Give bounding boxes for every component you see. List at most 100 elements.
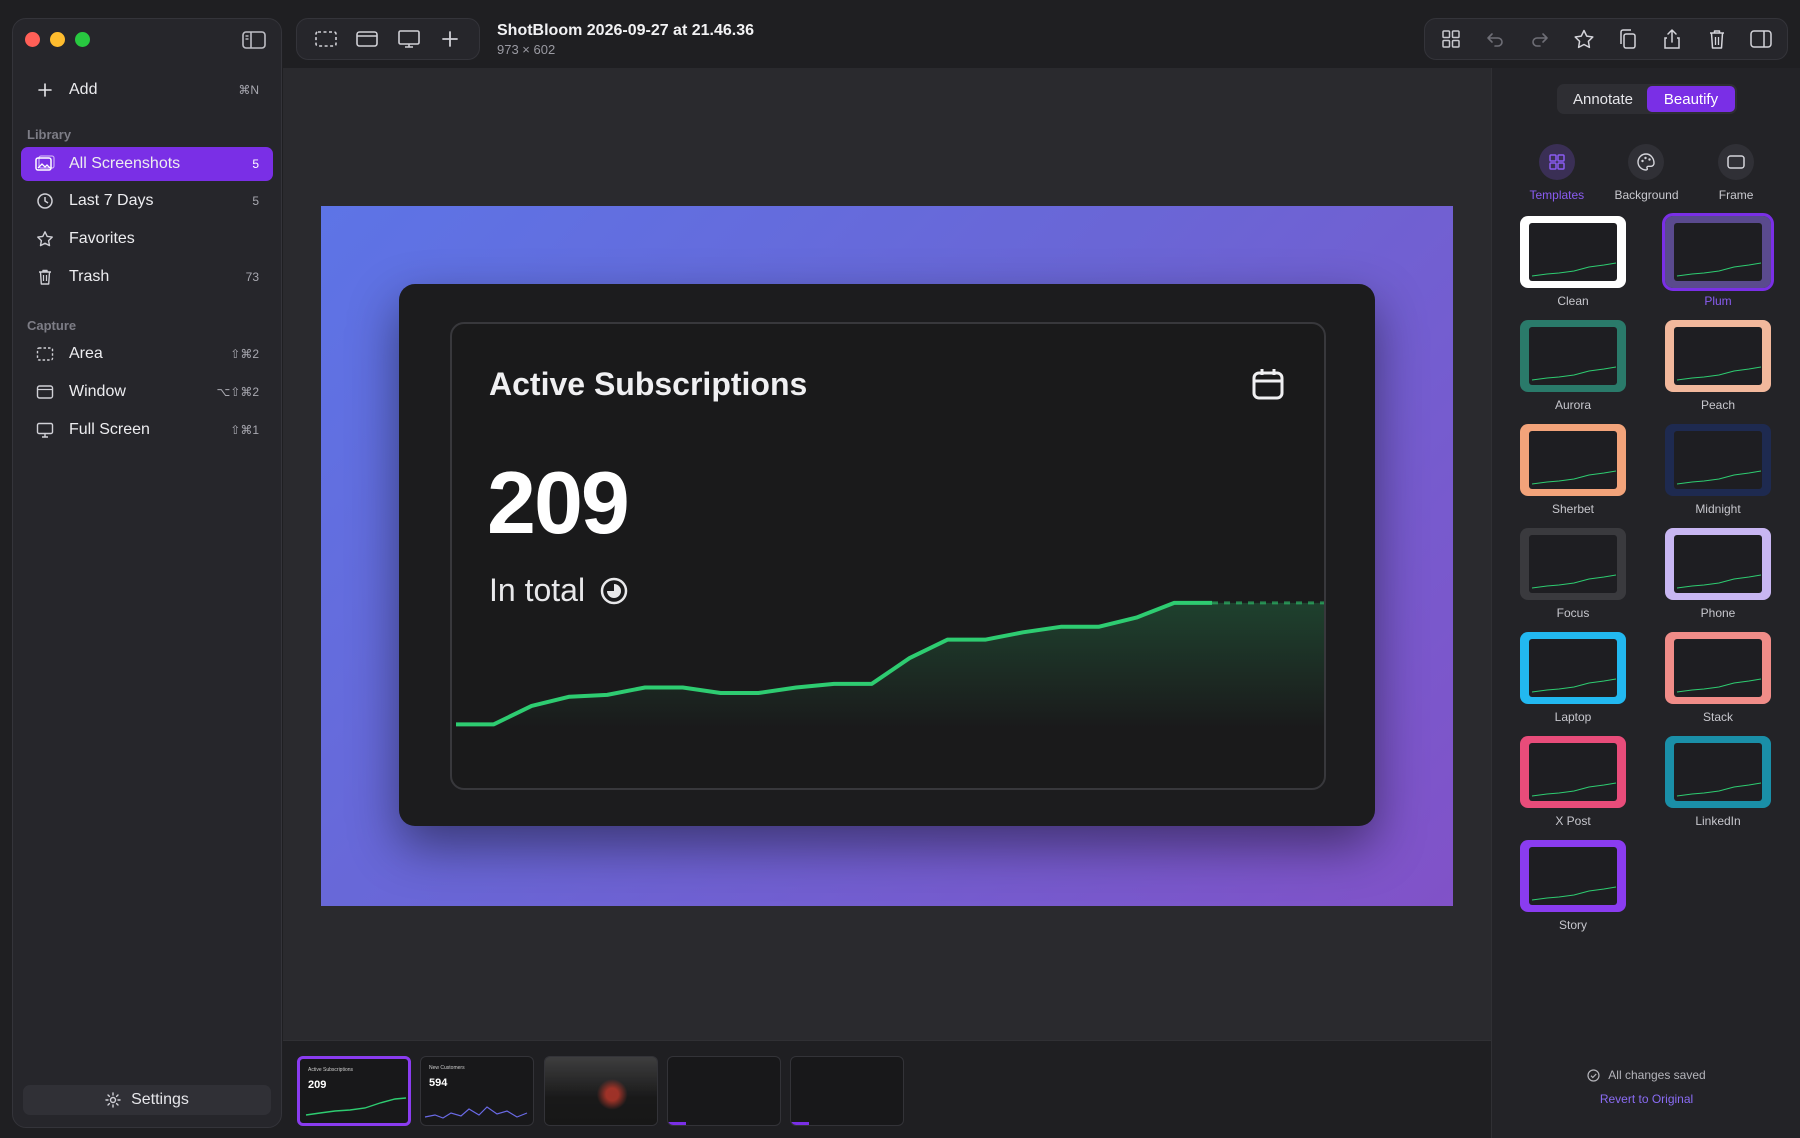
frame-icon (1718, 144, 1755, 180)
template-name: Laptop (1554, 710, 1592, 724)
template-name: Plum (1704, 294, 1732, 308)
app-window: Add ⌘N Library All Screenshots 5 Last 7 … (0, 0, 1800, 1138)
template-thumbnail (1520, 424, 1626, 496)
template-plum[interactable]: Plum (1662, 213, 1774, 308)
sidebar-item-label: Full Screen (69, 421, 150, 438)
template-midnight[interactable]: Midnight (1665, 424, 1771, 516)
sidebar-item-last-7-days[interactable]: Last 7 Days 5 (21, 184, 273, 218)
card-subtitle-row: In total (489, 572, 629, 609)
template-peach[interactable]: Peach (1665, 320, 1771, 412)
redo-icon (1529, 28, 1551, 50)
inspector-toggle-button[interactable] (1746, 24, 1776, 54)
sidebar-item-label: Favorites (69, 230, 135, 247)
window-icon (355, 29, 379, 49)
card-subtitle: In total (489, 572, 586, 608)
sidebar-item-area[interactable]: Area ⇧⌘2 (21, 337, 273, 371)
template-focus[interactable]: Focus (1520, 528, 1626, 620)
template-aurora[interactable]: Aurora (1520, 320, 1626, 412)
document-dimensions: 973 × 602 (497, 42, 556, 57)
template-sherbet[interactable]: Sherbet (1520, 424, 1626, 516)
template-thumbnail (1665, 320, 1771, 392)
chart-area (456, 602, 1324, 728)
filmstrip-thumb[interactable] (667, 1056, 781, 1126)
add-shortcut: ⌘N (238, 83, 259, 97)
sidebar-item-window[interactable]: Window ⌥⇧⌘2 (21, 375, 273, 409)
template-name: X Post (1555, 814, 1591, 828)
gear-icon (105, 1092, 121, 1108)
window-icon (35, 382, 55, 402)
template-thumbnail (1520, 320, 1626, 392)
beautify-tab[interactable]: Beautify (1647, 86, 1735, 112)
sidebar-item-label: Area (69, 345, 103, 362)
thumb-title: New Customers (429, 1065, 465, 1071)
close-window-button[interactable] (25, 32, 40, 47)
document-toolbar (1424, 18, 1788, 60)
share-button[interactable] (1657, 24, 1687, 54)
template-name: Aurora (1554, 398, 1592, 412)
capture-fullscreen-button[interactable] (394, 24, 424, 54)
sidebar-item-count: 73 (245, 270, 259, 284)
area-icon (314, 29, 338, 49)
sidebar-item-label: Last 7 Days (69, 192, 154, 209)
beautify-subtabs: Templates Background Frame (1492, 144, 1800, 204)
undo-button[interactable] (1480, 24, 1510, 54)
new-capture-button[interactable] (435, 24, 465, 54)
template-mini-card (1674, 431, 1762, 489)
trash-icon (1706, 28, 1728, 50)
template-laptop[interactable]: Laptop (1520, 632, 1626, 724)
capture-area-button[interactable] (311, 24, 341, 54)
screenshot-card: Active Subscriptions 209 In total (450, 322, 1326, 790)
filmstrip-thumb[interactable]: New Customers 594 (420, 1056, 534, 1126)
add-label: Add (69, 81, 98, 98)
minimize-window-button[interactable] (50, 32, 65, 47)
delete-button[interactable] (1702, 24, 1732, 54)
tab-background[interactable]: Background (1606, 144, 1686, 204)
template-stack[interactable]: Stack (1665, 632, 1771, 724)
template-thumbnail (1665, 424, 1771, 496)
filmstrip: Active Subscriptions 209 New Customers 5… (283, 1040, 1491, 1138)
filmstrip-thumb[interactable]: Active Subscriptions 209 (297, 1056, 411, 1126)
settings-button[interactable]: Settings (23, 1085, 271, 1115)
sidebar-item-all-screenshots[interactable]: All Screenshots 5 (21, 147, 273, 181)
thumb-title: Active Subscriptions (308, 1067, 354, 1073)
redo-button[interactable] (1525, 24, 1555, 54)
template-clean[interactable]: Clean (1520, 216, 1626, 308)
traffic-lights (25, 32, 90, 47)
capture-section-label: Capture (27, 318, 77, 333)
filmstrip-thumb[interactable] (790, 1056, 904, 1126)
inspector-panel: Annotate Beautify Templates Background F… (1491, 68, 1800, 1138)
capture-window-button[interactable] (352, 24, 382, 54)
template-phone[interactable]: Phone (1665, 528, 1771, 620)
tab-label: Frame (1718, 188, 1754, 202)
favorite-button[interactable] (1569, 24, 1599, 54)
beautified-preview[interactable]: Active Subscriptions 209 In total (321, 206, 1453, 906)
checkmark-circle-icon (1587, 1068, 1600, 1082)
thumb-value: 594 (429, 1077, 448, 1089)
template-thumbnail (1520, 736, 1626, 808)
library-section-label: Library (27, 127, 72, 142)
sidebar-toggle-icon[interactable] (241, 29, 267, 51)
sidebar-item-full-screen[interactable]: Full Screen ⇧⌘1 (21, 413, 273, 447)
sidebar-item-trash[interactable]: Trash 73 (21, 260, 273, 294)
template-story[interactable]: Story (1520, 840, 1626, 932)
add-button[interactable]: Add ⌘N (21, 73, 273, 107)
tab-templates[interactable]: Templates (1517, 144, 1597, 204)
revert-to-original-link[interactable]: Revert to Original (1492, 1092, 1800, 1106)
sidebar-item-favorites[interactable]: Favorites (21, 222, 273, 256)
template-name: Midnight (1695, 502, 1741, 516)
template-name: Focus (1556, 606, 1590, 620)
copy-button[interactable] (1613, 24, 1643, 54)
zoom-window-button[interactable] (75, 32, 90, 47)
template-name: Stack (1702, 710, 1733, 724)
template-x-post[interactable]: X Post (1520, 736, 1626, 828)
template-linkedin[interactable]: LinkedIn (1665, 736, 1771, 828)
pie-clock-icon (599, 576, 629, 606)
template-thumbnail (1662, 213, 1774, 291)
annotate-tab[interactable]: Annotate (1559, 86, 1647, 112)
sidebar-item-label: Window (69, 383, 126, 400)
tab-frame[interactable]: Frame (1696, 144, 1776, 204)
filmstrip-thumb[interactable] (544, 1056, 658, 1126)
template-name: Clean (1557, 294, 1589, 308)
grid-view-button[interactable] (1436, 24, 1466, 54)
tab-label: Templates (1529, 188, 1585, 202)
